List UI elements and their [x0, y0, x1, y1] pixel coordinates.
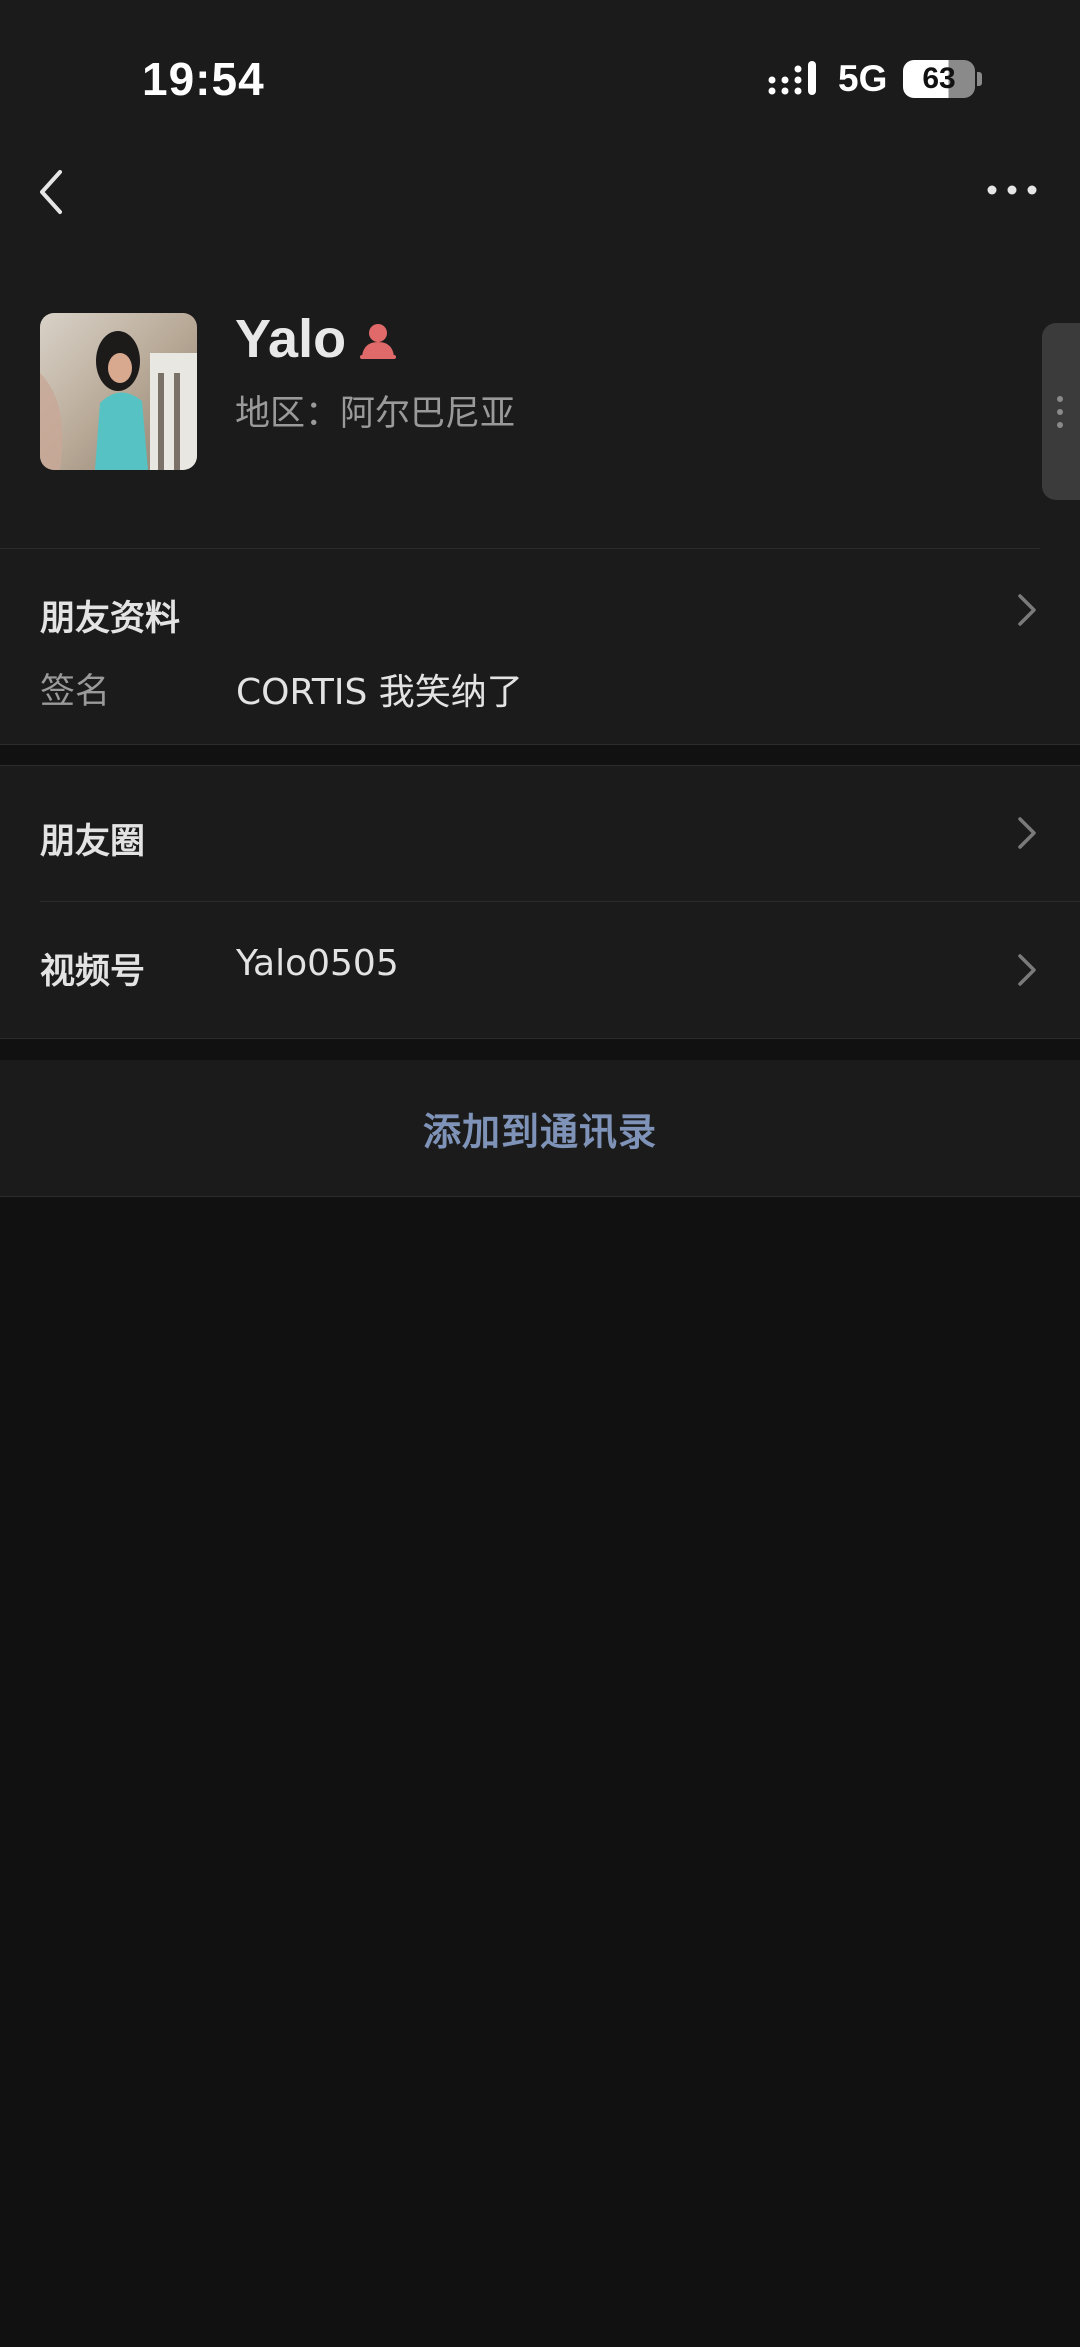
divider — [0, 765, 1080, 766]
signature-label: 签名 — [40, 672, 111, 712]
contact-profile-screen: 19:54 5G 63 Yalo 地区：阿尔巴尼亚 朋友资料 签名 CORTIS… — [0, 0, 1080, 2347]
battery-nub — [977, 72, 982, 86]
contact-name: Yalo — [235, 309, 347, 369]
avatar-photo — [40, 313, 197, 470]
add-to-contacts-label: 添加到通讯录 — [422, 1109, 657, 1154]
divider — [0, 1196, 1080, 1197]
chevron-right-icon — [1018, 817, 1036, 849]
signature-value: CORTIS 我笑纳了 — [236, 672, 523, 713]
avatar[interactable] — [40, 313, 197, 470]
divider — [40, 901, 1080, 902]
section-gap — [0, 1039, 1080, 1060]
chevron-right-icon — [1018, 954, 1036, 986]
battery-level: 63 — [922, 62, 956, 95]
moments-title[interactable]: 朋友圈 — [40, 813, 145, 864]
grip-dots-icon — [1057, 396, 1063, 428]
status-time: 19:54 — [142, 53, 265, 105]
network-type: 5G — [838, 58, 888, 99]
chevron-left-icon[interactable] — [30, 162, 80, 222]
section-gap — [0, 745, 1080, 765]
region-text: 地区：阿尔巴尼亚 — [235, 394, 516, 434]
channels-value: Yalo0505 — [236, 943, 399, 984]
signal-icon — [768, 61, 816, 95]
female-icon — [360, 324, 396, 359]
channels-label[interactable]: 视频号 — [40, 943, 145, 994]
battery-icon: 63 — [903, 60, 975, 98]
add-to-contacts-button[interactable]: 添加到通讯录 — [0, 1060, 1080, 1196]
more-dots-icon[interactable] — [982, 175, 1042, 205]
divider — [0, 548, 1040, 549]
chevron-right-icon — [1018, 594, 1036, 626]
friend-info-title[interactable]: 朋友资料 — [40, 590, 180, 641]
